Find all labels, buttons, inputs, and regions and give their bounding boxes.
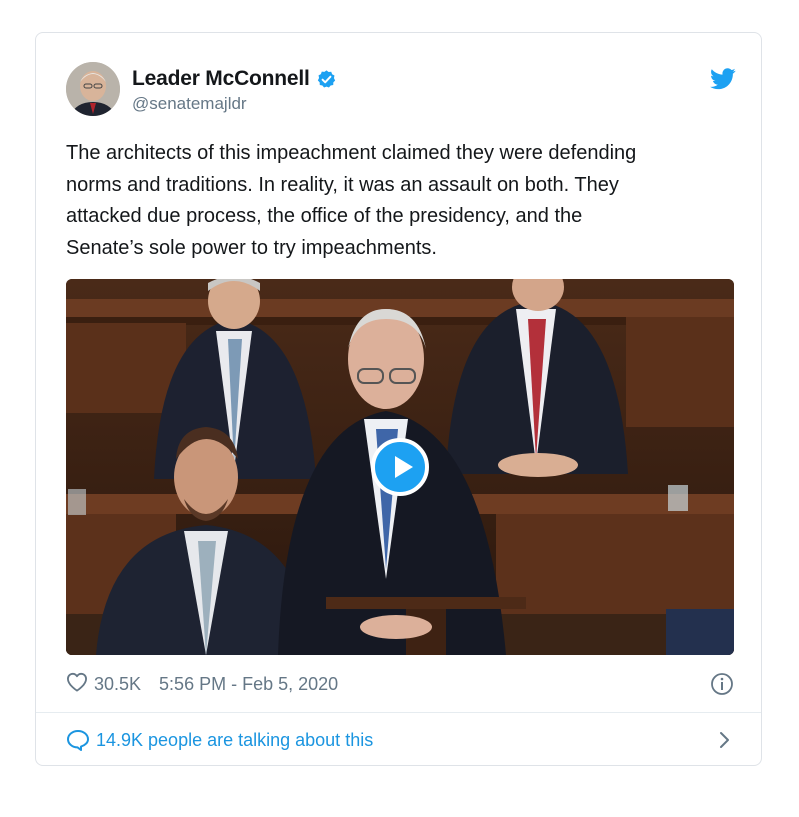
tweet-card[interactable]: Leader McConnell @senatemajldr The archi…	[35, 32, 762, 766]
name-block: Leader McConnell @senatemajldr	[132, 66, 337, 114]
twitter-bird-icon[interactable]	[710, 68, 736, 90]
play-button[interactable]	[371, 438, 429, 496]
tweet-header: Leader McConnell @senatemajldr	[66, 62, 736, 118]
avatar[interactable]	[66, 62, 120, 116]
conversation-link[interactable]: 14.9K people are talking about this	[66, 725, 734, 755]
info-icon[interactable]	[710, 672, 734, 696]
tweet-meta-row: 30.5K 5:56 PM - Feb 5, 2020	[66, 669, 734, 699]
like-count: 30.5K	[94, 673, 142, 694]
chevron-right-icon[interactable]	[714, 730, 734, 750]
verified-badge-icon	[316, 69, 337, 90]
tweet-video[interactable]	[66, 279, 734, 655]
play-icon	[395, 456, 413, 478]
heart-icon	[66, 672, 88, 697]
like-button[interactable]: 30.5K	[66, 672, 141, 697]
user-handle[interactable]: @senatemajldr	[132, 94, 337, 114]
tweet-text: The architects of this impeachment claim…	[66, 142, 637, 259]
divider	[36, 712, 761, 713]
speech-bubble-icon	[66, 729, 90, 751]
tweet-timestamp[interactable]: 5:56 PM - Feb 5, 2020	[159, 674, 338, 695]
display-name[interactable]: Leader McConnell	[132, 67, 310, 91]
display-name-row: Leader McConnell	[132, 66, 337, 92]
talking-about-text: 14.9K people are talking about this	[96, 729, 374, 750]
